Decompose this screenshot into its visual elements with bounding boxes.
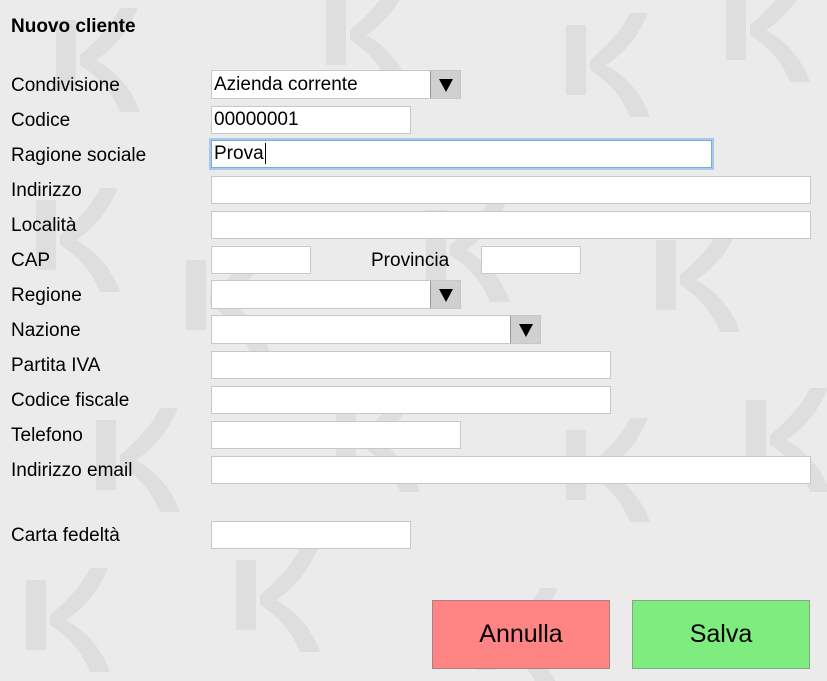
localita-field[interactable] — [211, 211, 811, 239]
triangle-down-icon[interactable] — [510, 316, 540, 343]
ragione-sociale-label: Ragione sociale — [11, 145, 147, 166]
indirizzo-label: Indirizzo — [11, 180, 82, 201]
carta-fedelta-field[interactable] — [211, 521, 411, 549]
provincia-field[interactable] — [481, 246, 581, 274]
condivisione-select[interactable]: Azienda corrente — [211, 70, 461, 99]
triangle-down-icon[interactable] — [430, 71, 460, 98]
telefono-field[interactable] — [211, 421, 461, 449]
partita-iva-label: Partita IVA — [11, 355, 101, 376]
codice-field[interactable]: 00000001 — [211, 106, 411, 134]
indirizzo-field[interactable] — [211, 176, 811, 204]
ragione-sociale-field[interactable]: Prova — [211, 140, 712, 168]
regione-label: Regione — [11, 285, 82, 306]
codice-label: Codice — [11, 110, 71, 131]
ragione-sociale-value: Prova — [214, 143, 264, 164]
provincia-label: Provincia — [371, 250, 450, 271]
page-title: Nuovo cliente — [11, 16, 136, 37]
nazione-select[interactable] — [211, 315, 541, 344]
cap-label: CAP — [11, 250, 51, 271]
cancel-button[interactable]: Annulla — [432, 600, 610, 669]
triangle-down-icon[interactable] — [430, 281, 460, 308]
codice-fiscale-label: Codice fiscale — [11, 390, 130, 411]
carta-fedelta-label: Carta fedeltà — [11, 525, 120, 546]
cap-field[interactable] — [211, 246, 311, 274]
localita-label: Località — [11, 215, 77, 236]
codice-fiscale-field[interactable] — [211, 386, 611, 414]
regione-select[interactable] — [211, 280, 461, 309]
text-cursor — [264, 143, 266, 165]
nazione-label: Nazione — [11, 320, 81, 341]
email-field[interactable] — [211, 456, 811, 484]
email-label: Indirizzo email — [11, 460, 133, 481]
save-button[interactable]: Salva — [632, 600, 810, 669]
condivisione-value: Azienda corrente — [214, 74, 358, 95]
partita-iva-field[interactable] — [211, 351, 611, 379]
telefono-label: Telefono — [11, 425, 83, 446]
condivisione-label: Condivisione — [11, 75, 120, 96]
